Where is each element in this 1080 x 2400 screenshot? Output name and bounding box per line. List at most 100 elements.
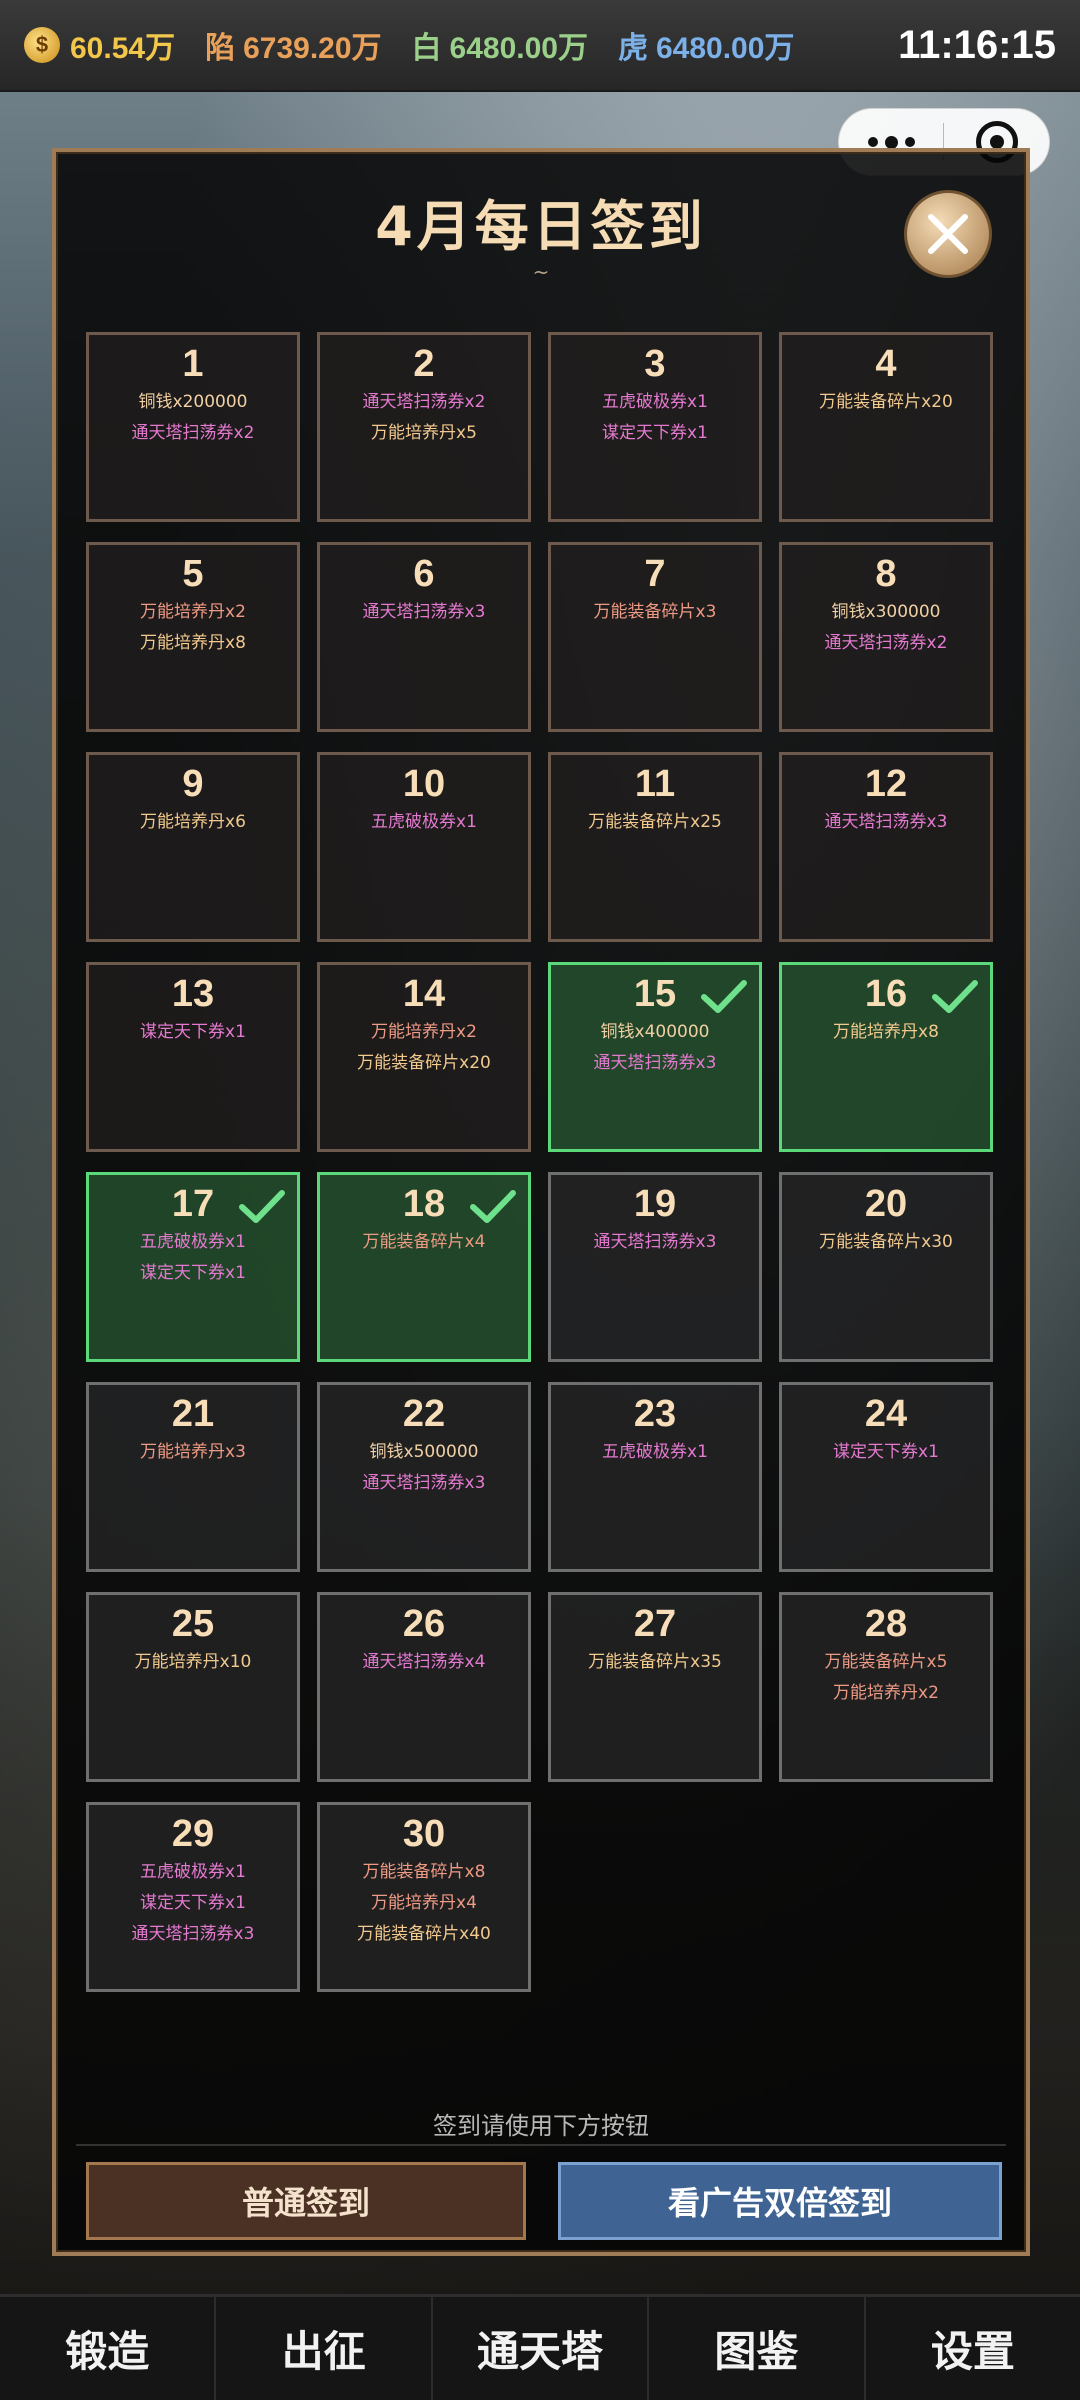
day-number: 12	[864, 763, 908, 805]
stat-value: 6480.00万	[655, 32, 795, 65]
day-cell[interactable]: 22 铜钱x500000 通天塔扫荡券x3	[317, 1382, 531, 1572]
day-cell[interactable]: 9 万能培养丹x6	[86, 752, 300, 942]
reward-text: 万能装备碎片x20	[357, 1053, 491, 1073]
day-cell[interactable]: 30 万能装备碎片x8 万能培养丹x4 万能装备碎片x40	[317, 1802, 531, 1992]
day-number: 24	[864, 1393, 908, 1435]
day-number: 22	[402, 1393, 446, 1435]
day-cell[interactable]: 18 万能装备碎片x4	[317, 1172, 531, 1362]
day-number: 7	[644, 553, 666, 595]
nav-codex[interactable]: 图鉴	[649, 2297, 866, 2400]
reward-text: 铜钱x200000	[138, 392, 248, 412]
day-cell[interactable]: 6 通天塔扫荡券x3	[317, 542, 531, 732]
day-number: 20	[864, 1183, 908, 1225]
day-number: 3	[644, 343, 666, 385]
reward-text: 万能培养丹x3	[140, 1442, 246, 1462]
day-cell[interactable]: 8 铜钱x300000 通天塔扫荡券x2	[779, 542, 993, 732]
reward-text: 万能培养丹x5	[371, 423, 477, 443]
checkmark-icon	[701, 980, 747, 1013]
reward-text: 谋定天下券x1	[833, 1442, 939, 1462]
stat-key: 陷	[205, 32, 236, 65]
reward-text: 通天塔扫荡券x3	[824, 812, 948, 832]
day-cell[interactable]: 20 万能装备碎片x30	[779, 1172, 993, 1362]
day-cell[interactable]: 2 通天塔扫荡券x2 万能培养丹x5	[317, 332, 531, 522]
reward-text: 通天塔扫荡券x2	[362, 392, 486, 412]
day-cell[interactable]: 14 万能培养丹x2 万能装备碎片x20	[317, 962, 531, 1152]
day-cell[interactable]: 26 通天塔扫荡券x4	[317, 1592, 531, 1782]
clock: 11:16:15	[898, 22, 1056, 67]
day-number: 19	[633, 1183, 677, 1225]
normal-signin-button[interactable]: 普通签到	[86, 2162, 526, 2240]
reward-text: 万能培养丹x2	[140, 602, 246, 622]
day-number: 11	[634, 763, 676, 805]
ad-double-signin-button[interactable]: 看广告双倍签到	[558, 2162, 1002, 2240]
dot-icon	[867, 137, 878, 147]
day-number: 25	[171, 1603, 215, 1645]
reward-text: 万能培养丹x4	[371, 1893, 477, 1913]
stat-value: 6739.20万	[243, 32, 382, 65]
reward-text: 万能培养丹x2	[371, 1022, 477, 1042]
day-cell[interactable]: 17 五虎破极券x1 谋定天下券x1	[86, 1172, 300, 1362]
nav-tower[interactable]: 通天塔	[433, 2297, 650, 2400]
nav-forge[interactable]: 锻造	[0, 2297, 217, 2400]
day-cell[interactable]: 28 万能装备碎片x5 万能培养丹x2	[779, 1592, 993, 1782]
day-cell[interactable]: 21 万能培养丹x3	[86, 1382, 300, 1572]
reward-text: 通天塔扫荡券x3	[593, 1053, 717, 1073]
day-number: 29	[171, 1813, 215, 1855]
nav-settings[interactable]: 设置	[866, 2297, 1080, 2400]
reward-text: 万能装备碎片x25	[588, 812, 722, 832]
reward-text: 万能培养丹x2	[833, 1683, 939, 1703]
day-cell[interactable]: 10 五虎破极券x1	[317, 752, 531, 942]
day-number: 28	[864, 1603, 908, 1645]
day-cell[interactable]: 4 万能装备碎片x20	[779, 332, 993, 522]
reward-text: 通天塔扫荡券x3	[131, 1924, 255, 1944]
gold-counter: $ 60.54万	[24, 23, 175, 67]
stat-key: 白	[411, 32, 442, 65]
day-cell[interactable]: 29 五虎破极券x1 谋定天下券x1 通天塔扫荡券x3	[86, 1802, 300, 1992]
day-cell[interactable]: 16 万能培养丹x8	[779, 962, 993, 1152]
reward-text: 谋定天下券x1	[602, 423, 708, 443]
reward-text: 五虎破极券x1	[140, 1862, 246, 1882]
reward-text: 谋定天下券x1	[140, 1263, 246, 1283]
gold-value: 60.54万	[70, 32, 176, 65]
reward-text: 万能装备碎片x3	[593, 602, 717, 622]
day-cell[interactable]: 25 万能培养丹x10	[86, 1592, 300, 1782]
day-cell[interactable]: 1 铜钱x200000 通天塔扫荡券x2	[86, 332, 300, 522]
day-cell[interactable]: 27 万能装备碎片x35	[548, 1592, 762, 1782]
day-cell[interactable]: 7 万能装备碎片x3	[548, 542, 762, 732]
day-number: 1	[182, 343, 204, 385]
stat-xian: 陷 6739.20万	[205, 23, 381, 67]
stat-value: 6480.00万	[449, 32, 588, 65]
reward-text: 万能装备碎片x8	[362, 1862, 486, 1882]
day-cell[interactable]: 13 谋定天下券x1	[86, 962, 300, 1152]
reward-text: 万能装备碎片x4	[362, 1232, 486, 1252]
day-number: 4	[875, 343, 897, 385]
day-cell[interactable]: 3 五虎破极券x1 谋定天下券x1	[548, 332, 762, 522]
reward-text: 万能装备碎片x5	[824, 1652, 948, 1672]
checkmark-icon	[470, 1190, 516, 1223]
day-cell[interactable]: 11 万能装备碎片x25	[548, 752, 762, 942]
day-cell[interactable]: 15 铜钱x400000 通天塔扫荡券x3	[548, 962, 762, 1152]
reward-text: 通天塔扫荡券x3	[593, 1232, 717, 1252]
reward-text: 万能装备碎片x35	[588, 1652, 722, 1672]
reward-text: 万能培养丹x8	[140, 633, 246, 653]
day-cell[interactable]: 19 通天塔扫荡券x3	[548, 1172, 762, 1362]
day-cell[interactable]: 5 万能培养丹x2 万能培养丹x8	[86, 542, 300, 732]
day-number: 10	[402, 763, 446, 805]
day-number: 27	[633, 1603, 677, 1645]
reward-text: 谋定天下券x1	[140, 1893, 246, 1913]
reward-text: 铜钱x500000	[369, 1442, 479, 1462]
reward-text: 万能培养丹x8	[833, 1022, 939, 1042]
day-cell[interactable]: 12 通天塔扫荡券x3	[779, 752, 993, 942]
dot-icon	[904, 137, 915, 147]
reward-text: 铜钱x400000	[600, 1022, 710, 1042]
reward-text: 通天塔扫荡券x3	[362, 602, 486, 622]
day-number: 13	[171, 973, 215, 1015]
nav-expedition[interactable]: 出征	[216, 2297, 433, 2400]
reward-text: 万能装备碎片x20	[819, 392, 953, 412]
day-number: 8	[875, 553, 897, 595]
bottom-nav: 锻造 出征 通天塔 图鉴 设置	[0, 2294, 1080, 2400]
reward-text: 五虎破极券x1	[140, 1232, 246, 1252]
reward-text: 通天塔扫荡券x3	[362, 1473, 486, 1493]
day-cell[interactable]: 24 谋定天下券x1	[779, 1382, 993, 1572]
day-cell[interactable]: 23 五虎破极券x1	[548, 1382, 762, 1572]
